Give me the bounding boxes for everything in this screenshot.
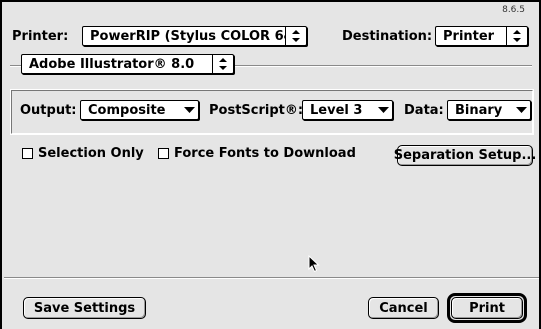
destination-value: Printer	[443, 28, 495, 44]
printer-popup[interactable]: PowerRIP (Stylus COLOR 640)	[82, 26, 307, 46]
down-triangle-icon	[512, 107, 530, 113]
updown-arrows-icon	[285, 27, 306, 45]
destination-popup[interactable]: Printer	[435, 26, 528, 46]
postscript-value: Level 3	[310, 102, 363, 118]
data-label: Data:	[404, 103, 444, 118]
printer-value: PowerRIP (Stylus COLOR 640)	[90, 28, 285, 44]
separation-setup-button[interactable]: Separation Setup...	[394, 145, 536, 166]
postscript-popup[interactable]: Level 3	[302, 100, 393, 120]
mouse-pointer-icon	[308, 254, 320, 277]
output-label: Output:	[20, 103, 77, 118]
down-triangle-icon	[180, 107, 198, 113]
checkbox-box	[158, 148, 169, 159]
panel-selector-value: Adobe Illustrator® 8.0	[29, 56, 195, 72]
updown-arrows-icon	[212, 55, 233, 73]
destination-label: Destination:	[342, 29, 433, 44]
force-fonts-label: Force Fonts to Download	[174, 146, 356, 161]
print-dialog: 8.6.5 Printer: PowerRIP (Stylus COLOR 64…	[0, 0, 541, 329]
output-popup[interactable]: Composite	[80, 100, 199, 120]
data-popup[interactable]: Binary	[447, 100, 531, 120]
panel-selector-popup[interactable]: Adobe Illustrator® 8.0	[21, 54, 234, 74]
save-settings-button[interactable]: Save Settings	[23, 297, 146, 319]
printer-label: Printer:	[12, 29, 69, 44]
checkbox-box	[22, 148, 33, 159]
selection-only-checkbox[interactable]: Selection Only	[22, 146, 144, 161]
data-value: Binary	[455, 102, 503, 118]
updown-arrows-icon	[506, 27, 527, 45]
selection-only-label: Selection Only	[38, 146, 144, 161]
cancel-button[interactable]: Cancel	[368, 297, 439, 319]
down-triangle-icon	[374, 107, 392, 113]
bottom-divider	[4, 277, 539, 279]
version-label: 8.6.5	[502, 5, 525, 15]
force-fonts-checkbox[interactable]: Force Fonts to Download	[158, 146, 356, 161]
print-button[interactable]: Print	[451, 297, 523, 319]
postscript-label: PostScript®:	[209, 103, 304, 118]
output-value: Composite	[88, 102, 166, 118]
